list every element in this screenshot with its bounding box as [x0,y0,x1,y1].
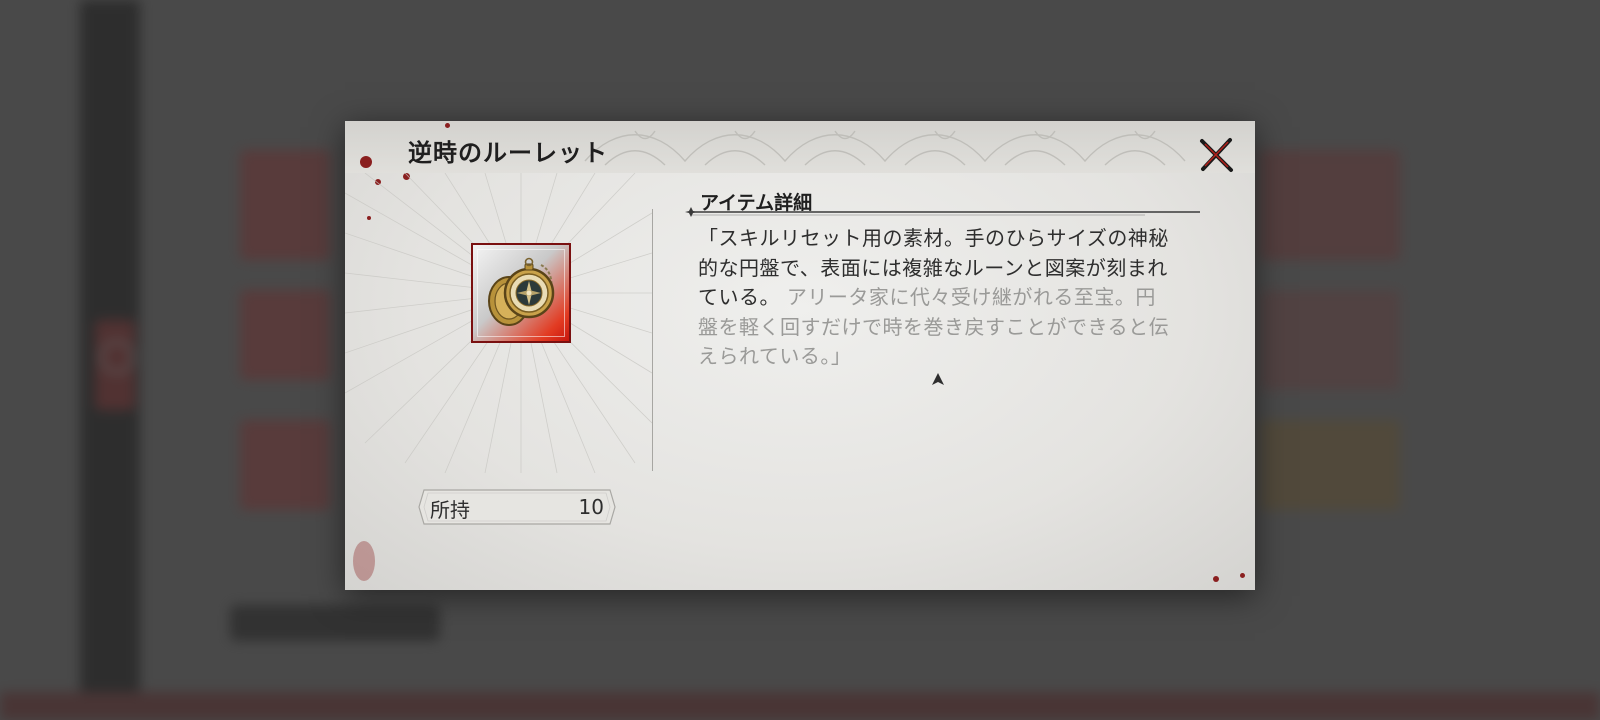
close-x-icon [1200,138,1233,172]
owned-count-box: 所持 10 [418,489,616,525]
heading-underline [685,207,1200,217]
blood-splatter [445,123,450,128]
blood-splatter [360,156,372,168]
item-description: 「スキルリセット用の素材。手のひらサイズの神秘的な円盤で、表面には複雑なルーンと… [698,224,1173,372]
caret-up-icon[interactable] [931,372,945,386]
item-icon-frame[interactable] [471,243,571,343]
pocket-watch-icon [488,257,555,326]
owned-count: 10 [578,495,604,519]
game-screen: 逆時のルーレット 所持 10 アイテム詳細 「スキルリセット用の素材。手のひらサ… [0,0,1600,720]
blood-splatter [1213,576,1219,582]
close-button[interactable] [1197,135,1237,175]
item-detail-dialog: 逆時のルーレット 所持 10 アイテム詳細 「スキルリセット用の素材。手のひらサ… [345,121,1255,590]
item-preview-panel: 所持 10 [345,173,652,590]
owned-label: 所持 [430,498,470,522]
dialog-title: 逆時のルーレット [408,138,608,167]
panel-divider [652,209,653,471]
blood-splatter [1240,573,1245,578]
